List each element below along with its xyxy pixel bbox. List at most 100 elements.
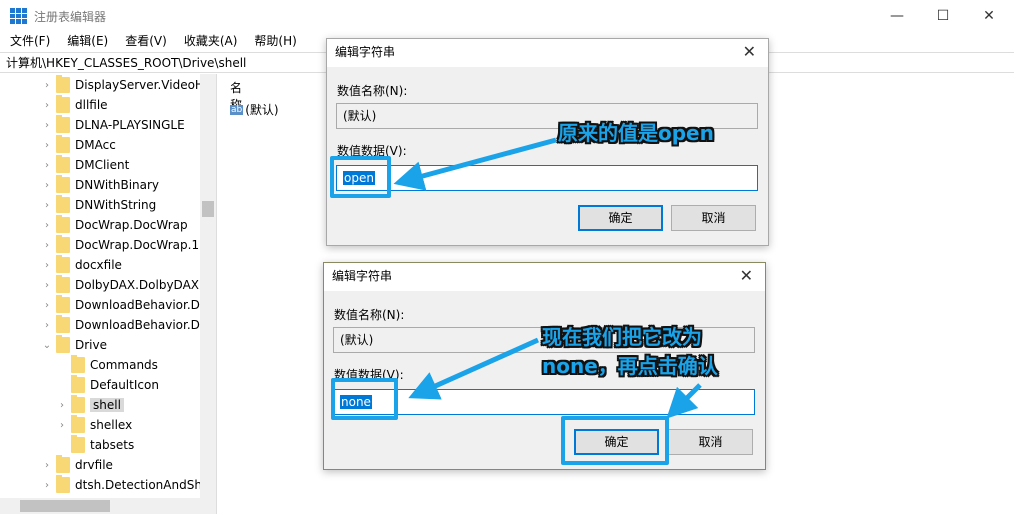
expand-arrow-icon[interactable]: ›	[42, 460, 52, 471]
menu-favorites[interactable]: 收藏夹(A)	[174, 32, 245, 52]
expand-arrow-icon[interactable]: ›	[57, 400, 67, 411]
tree-item-label: drvfile	[75, 458, 113, 472]
tree-item-label: dllfile	[75, 98, 108, 112]
tree-item-label: Commands	[90, 358, 158, 372]
tree-item-label: shellex	[90, 418, 133, 432]
expand-arrow-icon[interactable]: ›	[42, 480, 52, 491]
tree-item-label: DMClient	[75, 158, 130, 172]
tree-vertical-scrollbar[interactable]	[200, 74, 216, 498]
folder-icon	[71, 435, 85, 453]
folder-icon	[71, 375, 85, 393]
annotation-original-value: 原来的值是open	[558, 121, 714, 145]
scroll-thumb[interactable]	[20, 500, 110, 512]
expand-arrow-icon[interactable]: ›	[42, 320, 52, 331]
tree-item[interactable]: › drvfile	[42, 455, 216, 475]
expand-arrow-icon[interactable]: ›	[57, 420, 67, 431]
annotation-change-line2: none，再点击确认	[542, 354, 718, 378]
tree-item[interactable]: › DNWithBinary	[42, 175, 216, 195]
folder-icon	[56, 455, 70, 473]
tree-item[interactable]: › docxfile	[42, 255, 216, 275]
expand-arrow-icon[interactable]: ›	[42, 100, 52, 111]
expand-arrow-icon[interactable]: ›	[42, 220, 52, 231]
ok-button[interactable]: 确定	[578, 205, 663, 231]
folder-icon	[56, 475, 70, 493]
expand-arrow-icon[interactable]: ›	[42, 300, 52, 311]
tree-item[interactable]: › dllfile	[42, 95, 216, 115]
scroll-thumb[interactable]	[202, 201, 214, 217]
string-value-icon: ab	[230, 104, 244, 115]
tree-item[interactable]: › DocWrap.DocWrap.1	[42, 235, 216, 255]
tree-item[interactable]: DefaultIcon	[57, 375, 216, 395]
tree-item-label: docxfile	[75, 258, 122, 272]
folder-icon	[56, 235, 70, 253]
expand-arrow-icon[interactable]: ⌄	[42, 340, 52, 351]
tree-item-label: DNWithBinary	[75, 178, 160, 192]
tree-item[interactable]: › DNWithString	[42, 195, 216, 215]
expand-arrow-icon[interactable]: ›	[42, 280, 52, 291]
dialog-close-icon[interactable]: ✕	[740, 263, 753, 289]
tree-item[interactable]: › DownloadBehavior.D	[42, 315, 216, 335]
highlight-box-none	[331, 378, 398, 420]
tree-item-label: DMAcc	[75, 138, 116, 152]
value-name-label: 数值名称(N):	[337, 84, 408, 98]
tree-item-label: dtsh.DetectionAndSha	[75, 478, 210, 492]
cancel-button[interactable]: 取消	[668, 429, 753, 455]
expand-arrow-icon[interactable]: ›	[42, 180, 52, 191]
folder-icon	[56, 295, 70, 313]
tree-item[interactable]: › DisplayServer.VideoH	[42, 75, 216, 95]
expand-arrow-icon[interactable]: ›	[42, 80, 52, 91]
tree-item-label: DownloadBehavior.D	[75, 318, 200, 332]
expand-arrow-icon[interactable]: ›	[42, 240, 52, 251]
expand-arrow-icon[interactable]: ›	[42, 160, 52, 171]
tree-item[interactable]: › DocWrap.DocWrap	[42, 215, 216, 235]
value-name: (默认)	[245, 103, 279, 117]
tree-item-label: Drive	[75, 338, 107, 352]
folder-icon	[71, 415, 85, 433]
tree-item[interactable]: › DMClient	[42, 155, 216, 175]
tree-item[interactable]: › shellex	[57, 415, 216, 435]
annotation-change-line1: 现在我们把它改为	[542, 325, 702, 349]
folder-icon	[56, 195, 70, 213]
close-button[interactable]: ✕	[966, 0, 1012, 32]
tree-item-label: DNWithString	[75, 198, 157, 212]
tree-item[interactable]: › DMAcc	[42, 135, 216, 155]
folder-icon	[56, 135, 70, 153]
expand-arrow-icon[interactable]: ›	[42, 140, 52, 151]
tree-item[interactable]: › shell	[57, 395, 216, 415]
tree-item[interactable]: › DownloadBehavior.Do	[42, 295, 216, 315]
registry-tree: › dtsh.DetectionAndSha › drvfile tabsets › she…	[0, 74, 217, 514]
tree-horizontal-scrollbar[interactable]	[0, 498, 216, 514]
dialog-close-icon[interactable]: ✕	[743, 39, 756, 65]
menu-edit[interactable]: 编辑(E)	[57, 32, 115, 52]
maximize-button[interactable]: ☐	[920, 0, 966, 32]
highlight-box-open	[330, 156, 391, 198]
dialog-title: 编辑字符串	[332, 269, 393, 283]
tree-item[interactable]: › DLNA-PLAYSINGLE	[42, 115, 216, 135]
menu-help[interactable]: 帮助(H)	[244, 32, 303, 52]
highlight-box-ok	[561, 416, 669, 465]
dialog-title: 编辑字符串	[335, 45, 396, 59]
menu-view[interactable]: 查看(V)	[115, 32, 174, 52]
cancel-button[interactable]: 取消	[671, 205, 756, 231]
value-name-label: 数值名称(N):	[334, 308, 405, 322]
minimize-button[interactable]: —	[874, 0, 920, 32]
value-data-input[interactable]: open	[336, 165, 758, 191]
expand-arrow-icon[interactable]: ›	[42, 200, 52, 211]
folder-icon	[56, 315, 70, 333]
tree-item-label: tabsets	[90, 438, 135, 452]
tree-item-label: DocWrap.DocWrap.1	[75, 238, 200, 252]
menu-file[interactable]: 文件(F)	[0, 32, 57, 52]
tree-item-label: DocWrap.DocWrap	[75, 218, 188, 232]
tree-item[interactable]: ⌄ Drive	[42, 335, 216, 355]
folder-icon	[56, 115, 70, 133]
folder-icon	[56, 275, 70, 293]
expand-arrow-icon[interactable]: ›	[42, 260, 52, 271]
tree-item[interactable]: Commands	[57, 355, 216, 375]
folder-icon	[56, 95, 70, 113]
folder-icon	[71, 355, 85, 373]
tree-item[interactable]: › DolbyDAX.DolbyDAX	[42, 275, 216, 295]
tree-item[interactable]: › dtsh.DetectionAndSha	[42, 475, 216, 495]
expand-arrow-icon[interactable]: ›	[42, 120, 52, 131]
tree-item[interactable]: tabsets	[57, 435, 216, 455]
list-item[interactable]: ab (默认)	[230, 101, 279, 118]
